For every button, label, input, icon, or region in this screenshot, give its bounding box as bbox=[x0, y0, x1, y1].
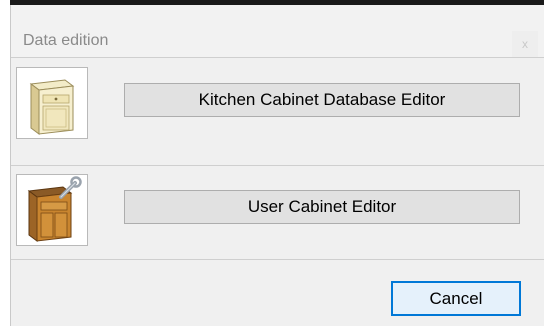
dialog-footer: Cancel bbox=[11, 260, 544, 326]
base-cabinet-icon[interactable] bbox=[16, 67, 88, 139]
user-cabinet-icon[interactable] bbox=[16, 174, 88, 246]
separator bbox=[11, 165, 544, 166]
title-bar: Data edition x bbox=[11, 5, 544, 57]
kitchen-cabinet-database-editor-button[interactable]: Kitchen Cabinet Database Editor bbox=[124, 83, 520, 117]
close-icon: x bbox=[522, 37, 528, 51]
user-cabinet-editor-button[interactable]: User Cabinet Editor bbox=[124, 190, 520, 224]
cancel-button[interactable]: Cancel bbox=[391, 281, 521, 316]
separator bbox=[11, 57, 544, 58]
option-row-kitchen-database: Kitchen Cabinet Database Editor bbox=[11, 63, 544, 146]
option-row-user-cabinet: User Cabinet Editor bbox=[11, 170, 544, 253]
data-edition-dialog: Data edition x Kitchen Cabinet Database … bbox=[10, 5, 544, 326]
dialog-title: Data edition bbox=[23, 32, 109, 49]
close-button[interactable]: x bbox=[512, 31, 538, 57]
